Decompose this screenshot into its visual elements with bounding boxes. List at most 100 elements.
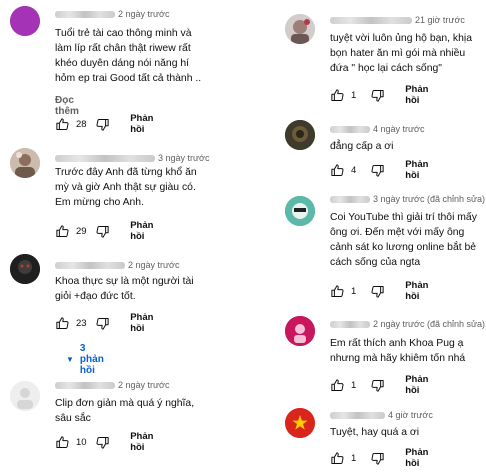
comment-actions: 28 Phản hồi [55,113,156,135]
read-more-link[interactable]: Đọc thêm [55,95,79,117]
author-name-blurred[interactable] [55,262,125,270]
user-icon [10,381,40,411]
dislike-icon[interactable] [95,435,110,450]
avatar[interactable] [285,316,315,346]
comment-time: 2 ngày trước [118,380,170,390]
like-icon[interactable] [55,224,70,239]
comment-time: 3 ngày trước (đã chỉnh sửa) [373,194,485,204]
comment-text: Clip đơn giản mà quá ý nghĩa, sâu sắc [55,396,194,426]
reply-button[interactable]: Phản hồi [130,113,156,135]
dislike-icon[interactable] [370,88,385,103]
avatar[interactable] [285,14,315,44]
like-icon[interactable] [330,451,345,466]
reply-button[interactable]: Phản hồi [130,220,156,242]
user-photo-icon [285,196,315,226]
reply-button[interactable]: Phản hồi [405,447,431,469]
like-count: 28 [76,118,87,130]
comment-header: 4 ngày trước [330,123,424,135]
comment-header: 3 ngày trước [55,152,209,164]
comment-actions: 1 Phản hồi [330,447,431,469]
comment-header: 2 ngày trước (đã chỉnh sửa) [330,318,485,330]
comment-time: 2 ngày trước [128,260,180,270]
dislike-icon[interactable] [95,224,110,239]
author-name-blurred[interactable] [330,412,385,420]
author-name-blurred[interactable] [55,155,155,163]
chevron-down-icon: ▼ [66,355,74,364]
comment-text: tuyệt vời luôn ủng hộ bạn, khịa bọn hate… [330,31,472,76]
author-name-blurred[interactable] [330,196,370,204]
author-name-blurred[interactable] [55,11,115,19]
comment-line: nhưng mà hãy khiêm tốn nhá [330,353,466,364]
comment-line: giỏi +đạo đức tốt. [55,291,136,302]
comment-text: Khoa thực sự là một người tài giỏi +đạo … [55,274,194,304]
reply-button[interactable]: Phản hồi [130,312,156,334]
comment-line: đẳng cấp a ơi [330,141,394,152]
comment-line: Tuyệt, hay quá a ơi [330,427,420,438]
comment-actions: 29 Phản hồi [55,220,156,242]
comment-text: đẳng cấp a ơi [330,139,393,154]
comment-text: Coi YouTube thì giải trí thôi mấy ông ơi… [330,210,477,270]
author-name-blurred[interactable] [330,126,370,134]
reply-button[interactable]: Phản hồi [405,280,431,302]
dislike-icon[interactable] [370,378,385,393]
avatar[interactable] [10,381,40,411]
comment-actions: 10 Phản hồi [55,431,156,453]
comment-header: 2 ngày trước [55,379,169,391]
avatar[interactable] [10,6,40,36]
reply-button[interactable]: Phản hồi [405,374,431,396]
dislike-icon[interactable] [370,163,385,178]
comment-actions: 4 Phản hồi [330,159,431,181]
author-name-blurred[interactable] [330,321,370,329]
reply-button[interactable]: Phản hồi [405,159,431,181]
like-icon[interactable] [55,435,70,450]
like-icon[interactable] [55,316,70,331]
author-name-blurred[interactable] [55,382,115,390]
comment-line: bọn hater ăn mì gói mà nhiều [330,48,466,59]
comment-line: đứa " học lại cách sống" [330,63,442,74]
like-icon[interactable] [330,378,345,393]
like-icon[interactable] [330,163,345,178]
comment-line: sâu sắc [55,413,91,424]
comment-time: 21 giờ trước [415,15,465,25]
avatar[interactable] [10,254,40,284]
like-icon[interactable] [330,88,345,103]
user-photo-icon [10,148,40,178]
comment-text: Tuổi trẻ tài cao thông minh và làm líp r… [55,26,201,86]
user-photo-icon [285,14,315,44]
comment-line: khéo duyên dáng nói năng hí [55,58,190,69]
dislike-icon[interactable] [370,284,385,299]
avatar[interactable] [10,148,40,178]
like-icon[interactable] [330,284,345,299]
user-photo-icon [285,120,315,150]
comment-time: 3 ngày trước [158,153,210,163]
user-icon [10,6,40,36]
comment-header: 21 giờ trước [330,14,465,26]
comment-line: ông ơi. Đến mệt với mấy ông [330,227,465,238]
avatar[interactable] [285,408,315,438]
like-count: 1 [351,379,357,391]
avatar[interactable] [285,120,315,150]
reply-button[interactable]: Phản hồi [130,431,156,453]
comment-actions: 1 Phản hồi [330,374,431,396]
comment-line: tuyệt vời luôn ủng hộ bạn, khịa [330,33,472,44]
avatar[interactable] [285,196,315,226]
author-name-blurred[interactable] [330,17,412,25]
comment-line: Tuổi trẻ tài cao thông minh và [55,28,192,39]
comment-actions: 1 Phản hồi [330,280,431,302]
comment-text: Em rất thích anh Khoa Pug ạ nhưng mà hãy… [330,336,465,366]
comment-line: Em mừng cho Anh. [55,197,144,208]
reply-button[interactable]: Phản hồi [405,84,431,106]
comment-line: Em rất thích anh Khoa Pug ạ [330,338,464,349]
comment-line: Clip đơn giản mà quá ý nghĩa, [55,398,195,409]
comment-line: mỳ và giờ Anh thật sự giàu có. [55,182,196,193]
like-count: 1 [351,89,357,101]
view-replies-button[interactable]: ▼ 3 phản hồi [66,343,104,376]
dislike-icon[interactable] [95,316,110,331]
comment-header: 3 ngày trước (đã chỉnh sửa) [330,193,485,205]
comment-line: cảnh sát ko lương online bắt bẻ [330,242,477,253]
dislike-icon[interactable] [370,451,385,466]
dislike-icon[interactable] [95,117,110,132]
like-icon[interactable] [55,117,70,132]
comment-actions: 23 Phản hồi [55,312,156,334]
comment-text: Trước đây Anh đã từng khổ ăn mỳ và giờ A… [55,165,197,210]
